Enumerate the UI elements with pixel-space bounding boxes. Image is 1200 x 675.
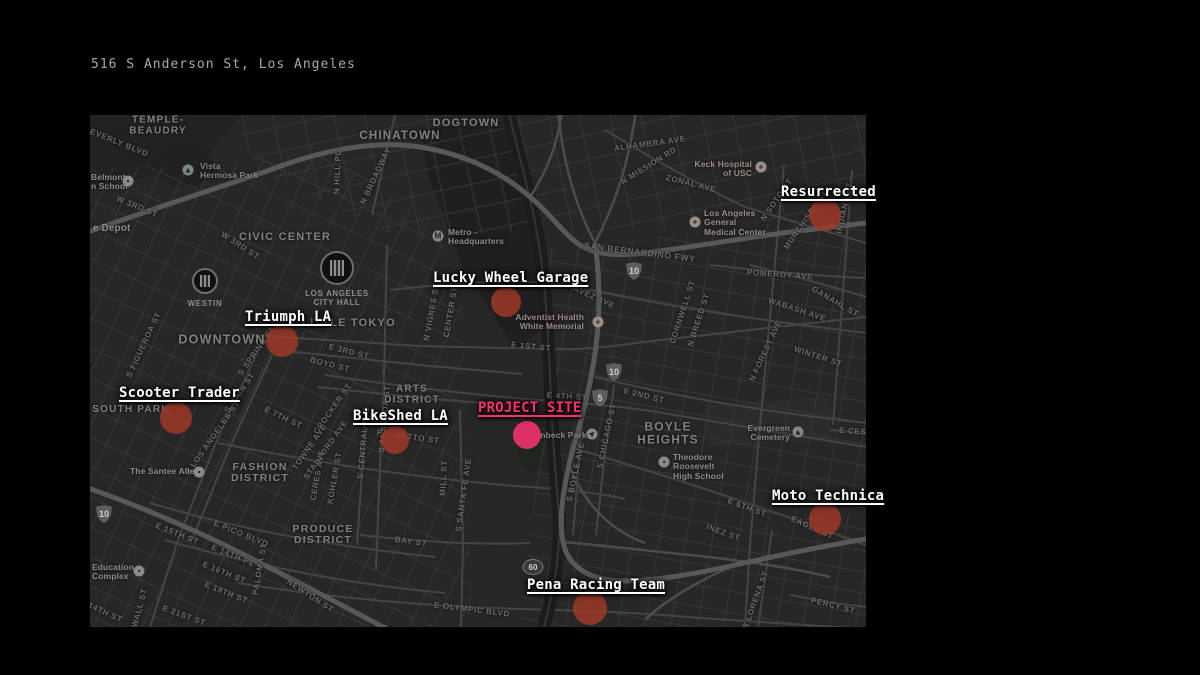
- street-label: N HILL PL: [333, 150, 343, 195]
- poi-label: Keck Hospital of USC: [694, 160, 752, 179]
- poi-label: e Depot: [93, 224, 130, 234]
- district-label: DOGTOWN: [433, 118, 500, 130]
- page-title: 516 S Anderson St, Los Angeles: [91, 57, 356, 72]
- map-roads-svg: [90, 115, 866, 627]
- westin-icon: [192, 268, 218, 294]
- poi-label: Education Complex: [92, 563, 134, 582]
- project-site-label[interactable]: PROJECT SITE: [478, 400, 582, 416]
- poi-label: Vista Hermosa Park: [200, 162, 258, 181]
- bikeshed-la-marker[interactable]: [381, 426, 409, 454]
- scooter-trader-label[interactable]: Scooter Trader: [119, 385, 240, 401]
- poi-label: Los Angeles General Medical Center: [704, 209, 766, 238]
- pena-racing-team-marker[interactable]: [573, 591, 607, 625]
- moto-technica-marker[interactable]: [809, 503, 841, 535]
- los-angeles-city-hall-label: LOS ANGELES CITY HALL: [305, 289, 369, 307]
- plus-icon: +: [756, 162, 767, 173]
- metro-icon: M: [433, 231, 444, 242]
- district-label: CHINATOWN: [359, 130, 440, 142]
- district-label: DOWNTOWN: [178, 333, 265, 346]
- bikeshed-la-label[interactable]: BikeShed LA: [353, 408, 448, 424]
- moto-technica-label[interactable]: Moto Technica: [772, 488, 884, 504]
- building-glyph: [330, 260, 344, 277]
- school-icon: ▪: [123, 176, 134, 187]
- shop-icon: ▪: [194, 467, 205, 478]
- district-label: CIVIC CENTER: [239, 232, 331, 244]
- resurrected-label[interactable]: Resurrected: [781, 184, 876, 200]
- route-60-shield-icon: 60: [523, 559, 544, 575]
- cemetery-icon: ▲: [793, 427, 804, 438]
- scooter-trader-marker[interactable]: [160, 402, 192, 434]
- triumph-la-label[interactable]: Triumph LA: [245, 309, 331, 325]
- district-label: ARTS DISTRICT: [384, 385, 440, 406]
- poi-label: Adventist Health White Memorial: [515, 313, 584, 332]
- lucky-wheel-garage-marker[interactable]: [491, 287, 521, 317]
- plus-icon: +: [690, 217, 701, 228]
- building-glyph: [200, 275, 210, 287]
- poi-label: Evergreen Cemetery: [748, 424, 790, 443]
- tree-icon: ▲: [183, 165, 194, 176]
- lucky-wheel-garage-label[interactable]: Lucky Wheel Garage: [433, 270, 588, 286]
- pena-racing-team-label[interactable]: Pena Racing Team: [527, 577, 665, 593]
- poi-label: Metro - Headquarters: [448, 228, 504, 247]
- poi-label: Theodore Roosevelt High School: [673, 453, 724, 482]
- page-background: 516 S Anderson St, Los Angeles BEVERLY B…: [0, 0, 1200, 675]
- district-label: FASHION DISTRICT: [231, 462, 289, 484]
- project-site-marker[interactable]: [513, 421, 541, 449]
- plus-icon: +: [593, 317, 604, 328]
- resurrected-marker[interactable]: [809, 199, 841, 231]
- westin-label: WESTIN: [188, 299, 223, 308]
- district-label: TEMPLE- BEAUDRY: [129, 116, 186, 137]
- map-container[interactable]: BEVERLY BLVDW 3RD STW 3RD STN BROADWAYN …: [90, 115, 866, 627]
- district-label: SOUTH PARK: [92, 405, 169, 416]
- school-icon: ▪: [659, 457, 670, 468]
- poi-label: The Santee Alley: [130, 467, 199, 477]
- los-angeles-city-hall-icon: [320, 251, 354, 285]
- school-icon: ▪: [134, 566, 145, 577]
- district-label: BOYLE HEIGHTS: [637, 420, 699, 445]
- triumph-la-marker[interactable]: [266, 325, 298, 357]
- district-label: PRODUCE DISTRICT: [293, 524, 354, 546]
